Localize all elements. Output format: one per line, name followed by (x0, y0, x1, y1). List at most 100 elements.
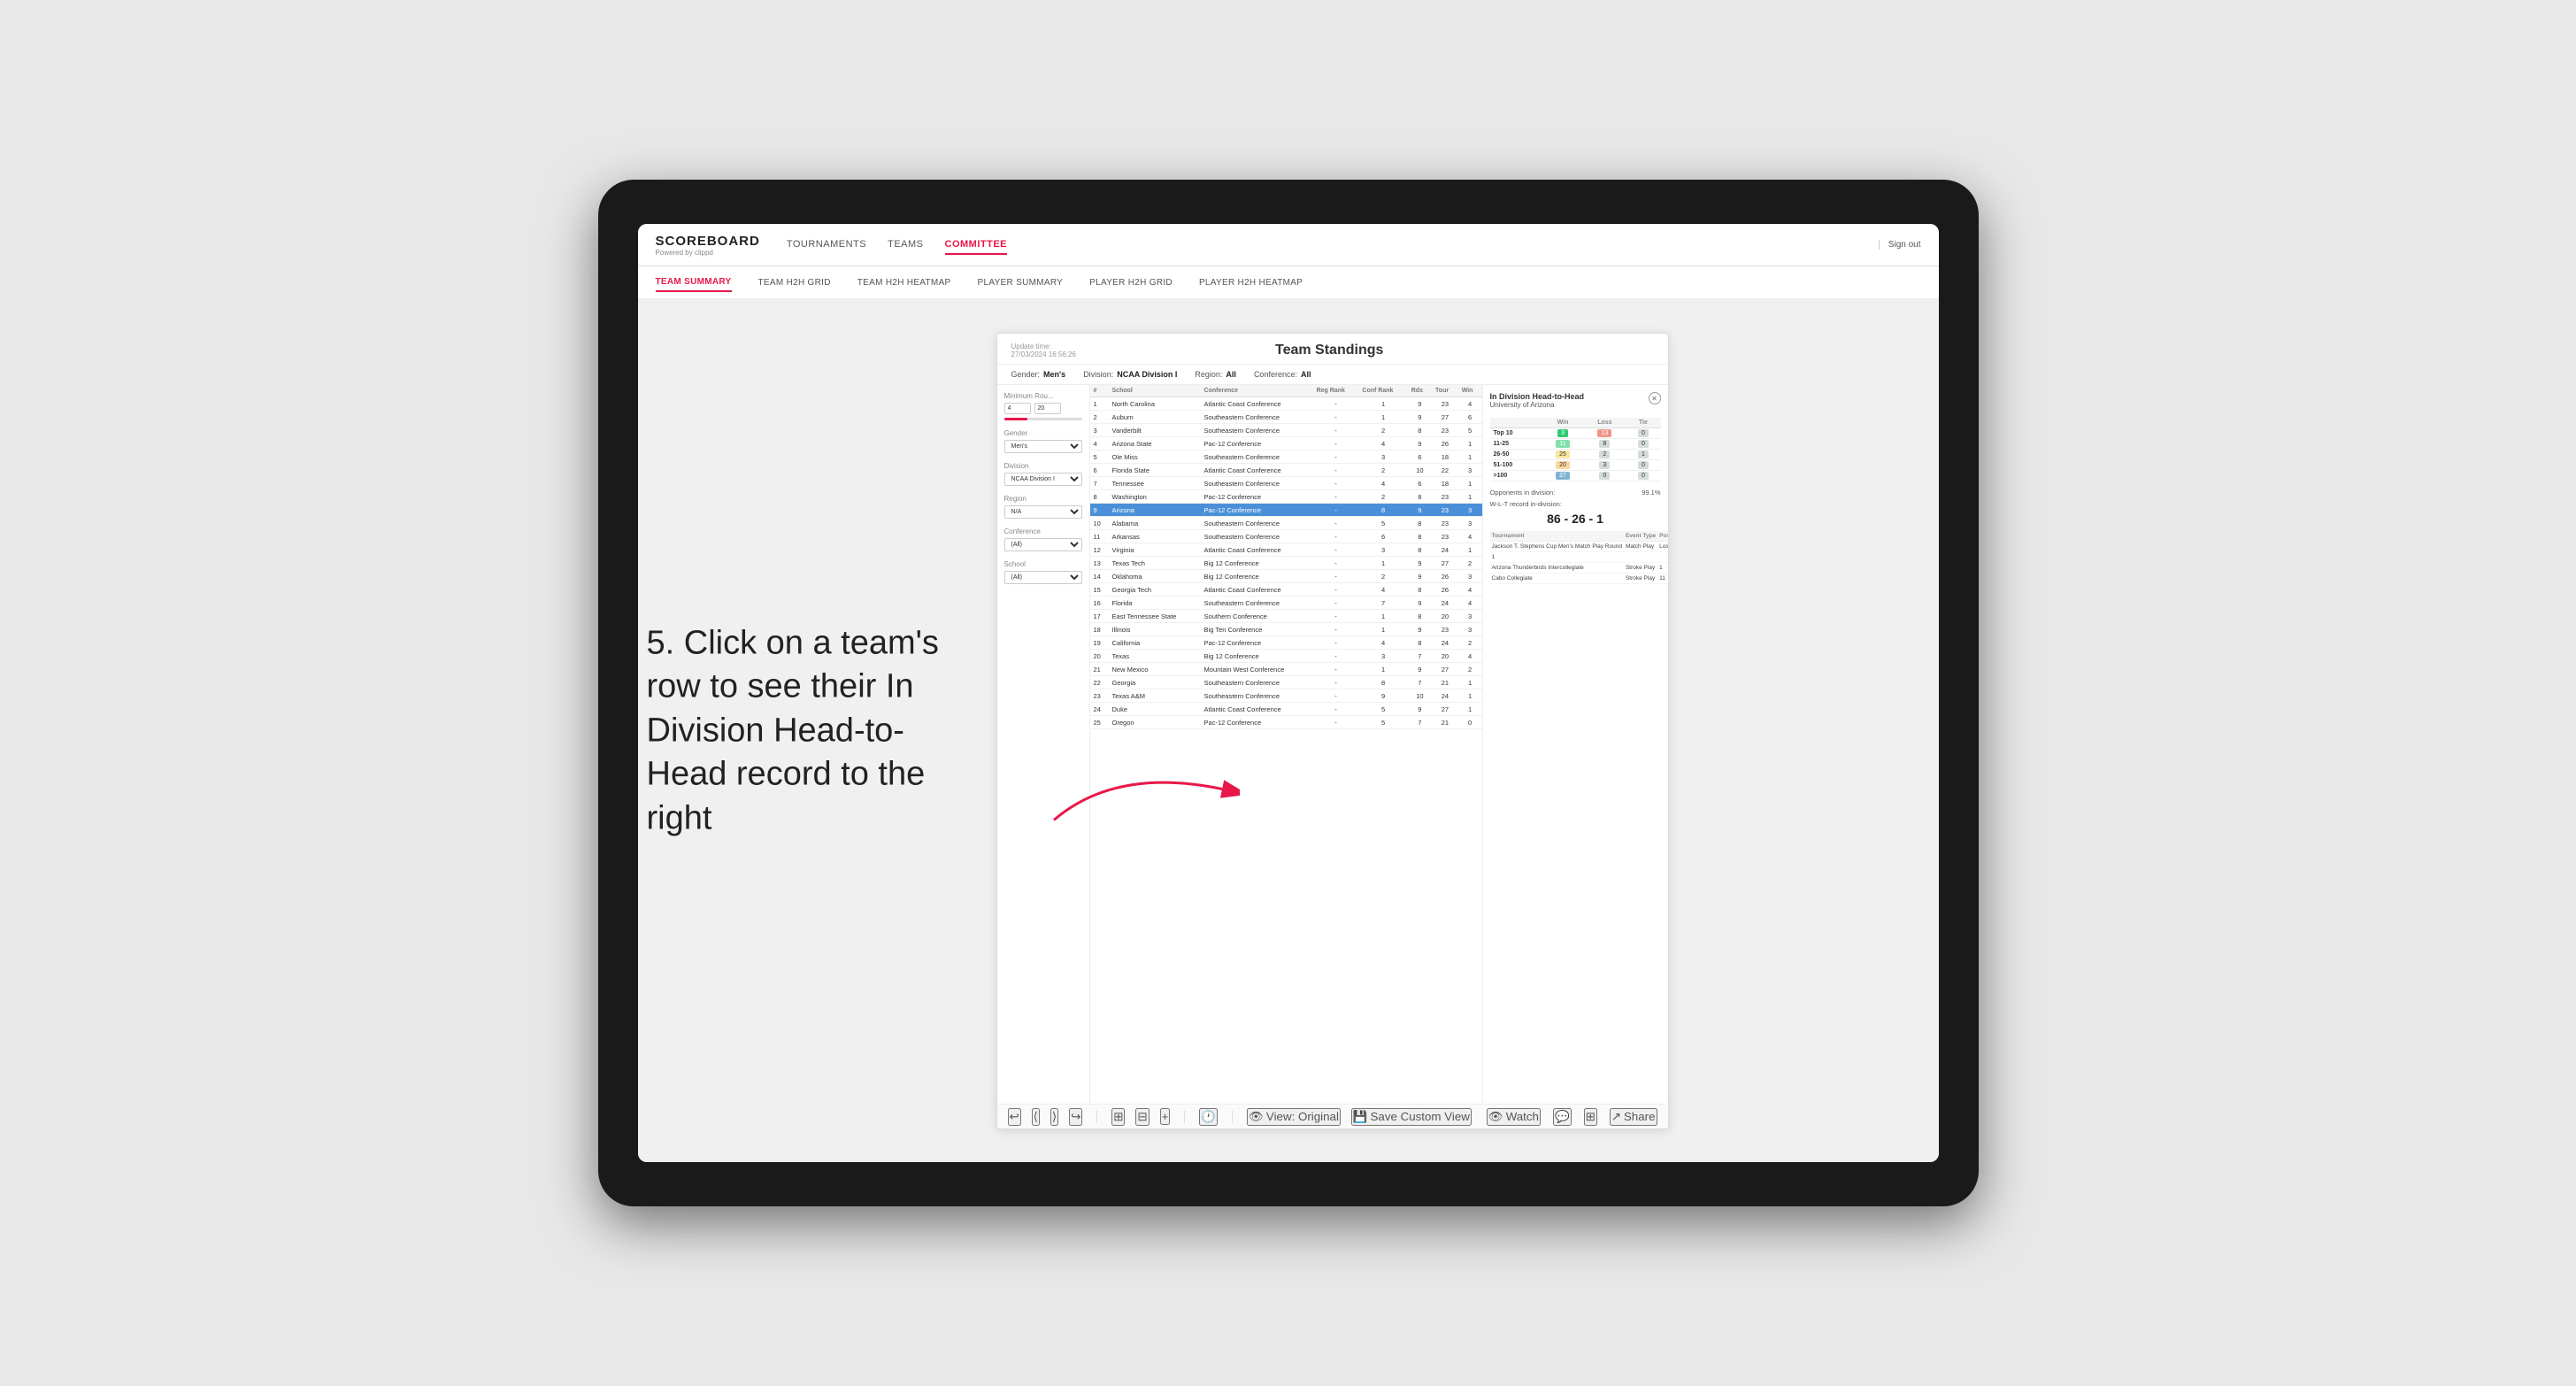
row-conference: Atlantic Coast Conference (1201, 583, 1313, 597)
table-row[interactable]: 10 Alabama Southeastern Conference - 5 8… (1090, 517, 1482, 530)
row-num: 22 (1090, 676, 1109, 689)
share-button[interactable]: ↗ Share (1610, 1108, 1657, 1126)
row-win: 4 (1458, 597, 1482, 610)
nav-committee[interactable]: COMMITTEE (945, 235, 1008, 255)
table-row[interactable]: 24 Duke Atlantic Coast Conference - 5 9 … (1090, 703, 1482, 716)
sidebar-conference-select[interactable]: (All) (1004, 538, 1082, 551)
comment-button[interactable]: 💬 (1553, 1108, 1572, 1126)
table-row[interactable]: 23 Texas A&M Southeastern Conference - 9… (1090, 689, 1482, 703)
subnav-team-summary[interactable]: TEAM SUMMARY (656, 273, 732, 292)
wl-row: W-L-T record in-division: (1490, 500, 1661, 508)
view-original-button[interactable]: 👁 View: Original (1247, 1108, 1341, 1126)
min-rounds-input[interactable] (1004, 403, 1031, 414)
row-reg: - (1313, 450, 1359, 464)
subnav-team-h2h-heatmap[interactable]: TEAM H2H HEATMAP (857, 274, 951, 291)
clock-button[interactable]: 🕐 (1199, 1108, 1218, 1126)
row-conf: 2 (1358, 464, 1407, 477)
row-tour: 22 (1432, 464, 1458, 477)
table-row[interactable]: 12 Virginia Atlantic Coast Conference - … (1090, 543, 1482, 557)
row-conf: 1 (1358, 411, 1407, 424)
copy-button[interactable]: ⊞ (1111, 1108, 1125, 1126)
row-win: 4 (1458, 583, 1482, 597)
table-row[interactable]: 19 California Pac-12 Conference - 4 8 24… (1090, 636, 1482, 650)
table-row[interactable]: 4 Arizona State Pac-12 Conference - 4 9 … (1090, 437, 1482, 450)
row-num: 10 (1090, 517, 1109, 530)
table-row[interactable]: 15 Georgia Tech Atlantic Coast Conferenc… (1090, 583, 1482, 597)
table-row[interactable]: 2 Auburn Southeastern Conference - 1 9 2… (1090, 411, 1482, 424)
subnav-player-h2h-grid[interactable]: PLAYER H2H GRID (1089, 274, 1173, 291)
table-row[interactable]: 8 Washington Pac-12 Conference - 2 8 23 … (1090, 490, 1482, 504)
table-row[interactable]: 21 New Mexico Mountain West Conference -… (1090, 663, 1482, 676)
step-back-button[interactable]: ⟨ (1032, 1108, 1040, 1126)
table-row[interactable]: 9 Arizona Pac-12 Conference - 8 9 23 3 (1090, 504, 1482, 517)
table-row[interactable]: 17 East Tennessee State Southern Confere… (1090, 610, 1482, 623)
table-row[interactable]: 5 Ole Miss Southeastern Conference - 3 6… (1090, 450, 1482, 464)
nav-tournaments[interactable]: TOURNAMENTS (787, 235, 866, 255)
row-conference: Big 12 Conference (1201, 557, 1313, 570)
row-reg: - (1313, 676, 1359, 689)
grid-button[interactable]: ⊞ (1584, 1108, 1597, 1126)
add-button[interactable]: + (1160, 1108, 1171, 1125)
h2h-win-cell: 3 (1542, 428, 1584, 439)
h2h-tie-cell: 0 (1626, 439, 1660, 450)
save-custom-button[interactable]: 💾 Save Custom View (1351, 1108, 1472, 1126)
sidebar-gender-select[interactable]: Men's (1004, 440, 1082, 453)
toolbar-sep-1 (1096, 1111, 1097, 1123)
h2h-loss-cell: 0 (1583, 471, 1626, 481)
table-row[interactable]: 22 Georgia Southeastern Conference - 8 7… (1090, 676, 1482, 689)
row-conference: Southeastern Conference (1201, 424, 1313, 437)
sidebar-region-select[interactable]: N/A (1004, 505, 1082, 519)
watch-button[interactable]: 👁 Watch (1487, 1108, 1541, 1126)
row-rds: 9 (1408, 557, 1432, 570)
subnav-team-h2h-grid[interactable]: TEAM H2H GRID (758, 274, 831, 291)
redo-button[interactable]: ↪ (1069, 1108, 1082, 1126)
row-school: California (1109, 636, 1201, 650)
table-row[interactable]: 25 Oregon Pac-12 Conference - 5 7 21 0 (1090, 716, 1482, 729)
row-tour: 20 (1432, 610, 1458, 623)
row-tour: 23 (1432, 623, 1458, 636)
division-filter: Division: NCAA Division I (1083, 370, 1177, 379)
dashboard-card: Update time: 27/03/2024 16:56:26 Team St… (996, 333, 1669, 1129)
row-win: 1 (1458, 490, 1482, 504)
table-row[interactable]: 13 Texas Tech Big 12 Conference - 1 9 27… (1090, 557, 1482, 570)
table-row[interactable]: 11 Arkansas Southeastern Conference - 6 … (1090, 530, 1482, 543)
row-tour: 23 (1432, 517, 1458, 530)
undo-button[interactable]: ↩ (1008, 1108, 1021, 1126)
tournament-row: Jackson T. Stephens Cup Men's Match Play… (1490, 542, 1668, 552)
row-tour: 24 (1432, 636, 1458, 650)
sign-out-link[interactable]: Sign out (1879, 240, 1921, 250)
subnav-player-h2h-heatmap[interactable]: PLAYER H2H HEATMAP (1199, 274, 1303, 291)
step-forward-button[interactable]: ⟩ (1050, 1108, 1058, 1126)
row-conf: 9 (1358, 689, 1407, 703)
row-conf: 8 (1358, 676, 1407, 689)
table-row[interactable]: 1 North Carolina Atlantic Coast Conferen… (1090, 397, 1482, 411)
table-row[interactable]: 16 Florida Southeastern Conference - 7 9… (1090, 597, 1482, 610)
row-num: 14 (1090, 570, 1109, 583)
view-label: View: Original (1266, 1110, 1339, 1123)
table-row[interactable]: 3 Vanderbilt Southeastern Conference - 2… (1090, 424, 1482, 437)
row-school: Arizona State (1109, 437, 1201, 450)
sidebar-division-select[interactable]: NCAA Division I (1004, 473, 1082, 486)
table-row[interactable]: 18 Illinois Big Ten Conference - 1 9 23 … (1090, 623, 1482, 636)
row-tour: 27 (1432, 557, 1458, 570)
row-conference: Southeastern Conference (1201, 517, 1313, 530)
row-num: 23 (1090, 689, 1109, 703)
subnav-player-summary[interactable]: PLAYER SUMMARY (978, 274, 1064, 291)
save-label: Save Custom View (1371, 1110, 1470, 1123)
close-button[interactable]: ✕ (1649, 392, 1661, 404)
nav-teams[interactable]: TEAMS (888, 235, 923, 255)
table-row[interactable]: 20 Texas Big 12 Conference - 3 7 20 4 (1090, 650, 1482, 663)
row-school: Texas (1109, 650, 1201, 663)
col-school: School (1109, 385, 1201, 397)
card-header: Update time: 27/03/2024 16:56:26 Team St… (997, 334, 1668, 365)
sidebar-school-select[interactable]: (All) (1004, 571, 1082, 584)
row-conference: Southeastern Conference (1201, 689, 1313, 703)
max-rounds-input[interactable] (1034, 403, 1061, 414)
table-row[interactable]: 14 Oklahoma Big 12 Conference - 2 9 26 3 (1090, 570, 1482, 583)
row-num: 7 (1090, 477, 1109, 490)
paste-button[interactable]: ⊟ (1135, 1108, 1149, 1126)
tourn-type: Stroke Play (1624, 563, 1657, 574)
table-row[interactable]: 7 Tennessee Southeastern Conference - 4 … (1090, 477, 1482, 490)
h2h-title: In Division Head-to-Head (1490, 392, 1585, 401)
table-row[interactable]: 6 Florida State Atlantic Coast Conferenc… (1090, 464, 1482, 477)
